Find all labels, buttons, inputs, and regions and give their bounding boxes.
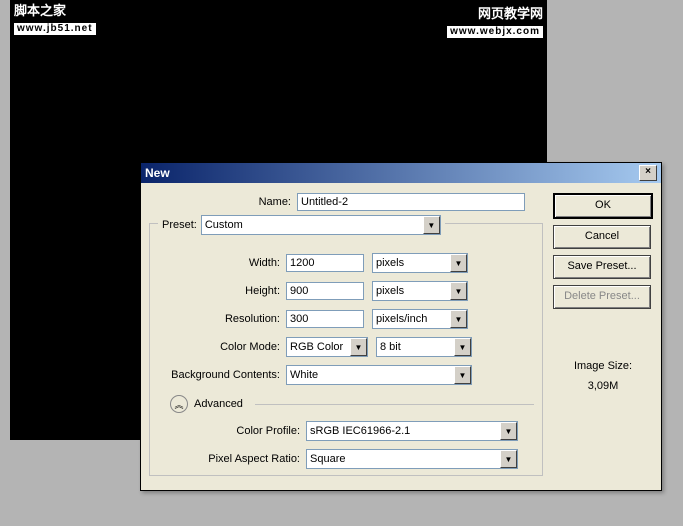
pixel-aspect-label: Pixel Aspect Ratio: (158, 453, 306, 465)
delete-preset-button: Delete Preset... (553, 285, 651, 309)
watermark-right: 网页教学网 www.webjx.com (447, 6, 543, 38)
preset-select[interactable]: Custom▼ (201, 215, 441, 235)
height-input[interactable] (286, 282, 364, 300)
color-profile-select[interactable]: sRGB IEC61966-2.1▼ (306, 421, 518, 441)
bit-depth-select[interactable]: 8 bit▼ (376, 337, 472, 357)
dialog-title: New (145, 163, 170, 183)
preset-group: Preset: Custom▼ Width: pixels▼ Height: (149, 223, 543, 476)
resolution-unit-select[interactable]: pixels/inch▼ (372, 309, 468, 329)
save-preset-button[interactable]: Save Preset... (553, 255, 651, 279)
chevron-down-icon: ▼ (423, 216, 440, 234)
cancel-button[interactable]: Cancel (553, 225, 651, 249)
resolution-label: Resolution: (158, 313, 286, 325)
color-mode-select[interactable]: RGB Color▼ (286, 337, 368, 357)
width-label: Width: (158, 257, 286, 269)
bg-contents-label: Background Contents: (158, 369, 286, 381)
watermark-left: 脚本之家 www.jb51.net (14, 3, 96, 35)
new-document-dialog: New × Name: Preset: Custom▼ Width: (140, 162, 662, 491)
image-size-info: Image Size: 3,09M (553, 357, 653, 397)
chevron-down-icon: ▼ (350, 338, 367, 356)
ok-button[interactable]: OK (553, 193, 653, 219)
chevron-down-icon: ▼ (500, 450, 517, 468)
height-unit-select[interactable]: pixels▼ (372, 281, 468, 301)
chevron-down-icon: ▼ (500, 422, 517, 440)
chevron-down-icon: ▼ (450, 310, 467, 328)
chevron-down-icon: ▼ (454, 338, 471, 356)
chevron-down-icon: ▼ (454, 366, 471, 384)
name-label: Name: (149, 196, 297, 208)
pixel-aspect-select[interactable]: Square▼ (306, 449, 518, 469)
name-input[interactable] (297, 193, 525, 211)
bg-contents-select[interactable]: White▼ (286, 365, 472, 385)
chevron-down-icon: ▼ (450, 282, 467, 300)
height-label: Height: (158, 285, 286, 297)
close-icon[interactable]: × (639, 165, 657, 181)
dialog-titlebar[interactable]: New × (141, 163, 661, 183)
width-unit-select[interactable]: pixels▼ (372, 253, 468, 273)
width-input[interactable] (286, 254, 364, 272)
color-mode-label: Color Mode: (158, 341, 286, 353)
advanced-toggle[interactable]: ︽ (170, 395, 188, 413)
resolution-input[interactable] (286, 310, 364, 328)
advanced-label: Advanced (194, 398, 243, 410)
preset-label: Preset: (162, 219, 197, 231)
color-profile-label: Color Profile: (158, 425, 306, 437)
chevron-down-icon: ▼ (450, 254, 467, 272)
